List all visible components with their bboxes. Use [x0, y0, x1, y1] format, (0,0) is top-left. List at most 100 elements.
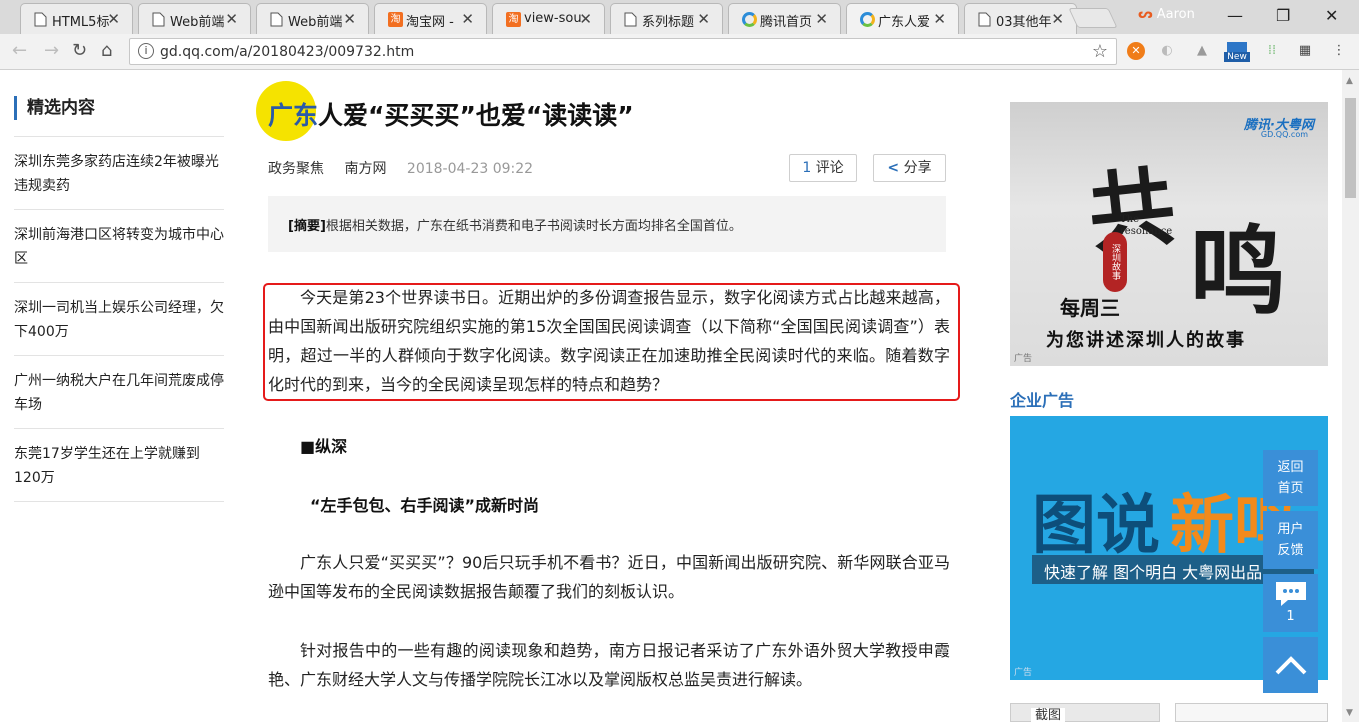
close-tab-icon[interactable]: ✕ — [461, 10, 474, 28]
tab-title: 淘宝网 - — [406, 15, 454, 30]
browser-tab[interactable]: Web前端 ✕ — [256, 3, 369, 34]
list-item[interactable]: 广州一纳税大户在几年间荒废成停车场 — [14, 355, 224, 428]
extension-icon[interactable]: ◐ — [1158, 42, 1176, 60]
comment-count: 1 — [1286, 609, 1295, 624]
close-tab-icon[interactable]: ✕ — [225, 10, 238, 28]
tab-title: HTML5标 — [52, 15, 110, 30]
close-tab-icon[interactable]: ✕ — [579, 10, 592, 28]
thumbnail[interactable]: 截图 — [1010, 703, 1160, 723]
close-window-icon[interactable]: ✕ — [1325, 6, 1338, 25]
button-text: 用户 — [1277, 522, 1304, 537]
list-item[interactable]: 东莞17岁学生还在上学就赚到120万 — [14, 428, 224, 501]
thumbnail[interactable] — [1175, 703, 1328, 722]
bookmark-star-icon[interactable]: ☆ — [1092, 41, 1108, 62]
source-link[interactable]: 南方网 — [344, 161, 386, 177]
ad-week-text: 每周三 — [1060, 296, 1120, 320]
list-item[interactable]: 深圳前海港口区将转变为城市中心区 — [14, 209, 224, 282]
address-bar[interactable]: i gd.qq.com/a/20180423/009732.htm ☆ — [129, 38, 1117, 65]
restore-icon[interactable]: ❐ — [1276, 6, 1290, 25]
page-title: 广东人爱“买买买”也爱“读读读” — [268, 96, 634, 132]
forward-arrow-icon[interactable]: → — [44, 40, 59, 61]
minimize-icon[interactable]: — — [1227, 6, 1243, 25]
share-label: 分享 — [903, 160, 932, 176]
sidebar-title: 精选内容 — [14, 96, 95, 120]
summary-label: [摘要] — [288, 219, 326, 234]
tab-title: Web前端 — [288, 15, 343, 30]
section-heading: ■纵深 — [300, 437, 348, 456]
share-icon: < — [887, 160, 900, 176]
page-icon — [978, 12, 991, 27]
browser-tab[interactable]: 03其他年 ✕ — [964, 3, 1077, 34]
paragraph: 针对报告中的一些有趣的阅读现象和趋势，南方日报记者采访了广东外语外贸大学教授申霞… — [268, 641, 950, 689]
home-icon[interactable]: ⌂ — [101, 40, 112, 61]
browser-toolbar: ← → ↻ ⌂ i gd.qq.com/a/20180423/009732.ht… — [0, 34, 1359, 70]
page-icon — [624, 12, 637, 27]
close-tab-icon[interactable]: ✕ — [933, 10, 946, 28]
browser-tab[interactable]: Web前端 ✕ — [138, 3, 251, 34]
feedback-button[interactable]: 用户 反馈 — [1263, 511, 1318, 569]
scroll-up-icon[interactable]: ▲ — [1346, 76, 1353, 86]
comment-button[interactable]: 1 评论 — [789, 154, 857, 182]
info-icon[interactable]: i — [138, 43, 154, 59]
new-extension-icon[interactable]: New — [1224, 42, 1250, 62]
qq-icon — [742, 12, 757, 27]
tab-title: 腾讯首页 — [760, 15, 813, 30]
close-tab-icon[interactable]: ✕ — [107, 10, 120, 28]
browser-tab[interactable]: 系列标题 ✕ — [610, 3, 723, 34]
close-tab-icon[interactable]: ✕ — [343, 10, 356, 28]
browser-tab[interactable]: 腾讯首页 ✕ — [728, 3, 841, 34]
back-to-top-button[interactable] — [1263, 637, 1318, 693]
ad-seal: 深圳故事 — [1103, 232, 1127, 292]
taobao-icon: 淘 — [388, 12, 403, 27]
scrollbar-thumb[interactable] — [1345, 98, 1356, 198]
browser-tab-active[interactable]: 广东人爱 ✕ — [846, 3, 959, 35]
back-arrow-icon[interactable]: ← — [12, 40, 27, 61]
close-tab-icon[interactable]: ✕ — [697, 10, 710, 28]
profile-name: Aaron — [1156, 7, 1195, 22]
share-button[interactable]: < 分享 — [873, 154, 946, 182]
tab-strip: HTML5标 ✕ Web前端 ✕ Web前端 ✕ 淘 淘宝网 - ✕ 淘 vie… — [0, 0, 1359, 35]
list-item[interactable]: 深圳一司机当上娱乐公司经理，欠下400万 — [14, 282, 224, 355]
scroll-down-icon[interactable]: ▼ — [1346, 708, 1353, 718]
extension-icon[interactable]: ▲ — [1193, 42, 1211, 60]
section-subheading: “左手包包、右手阅读”成新时尚 — [310, 496, 540, 515]
close-tab-icon[interactable]: ✕ — [815, 10, 828, 28]
list-item[interactable]: 深圳东莞多家药店连续2年被曝光违规卖药 — [14, 136, 224, 209]
tab-title: view-sou — [524, 11, 582, 26]
qr-code-icon[interactable]: ▦ — [1296, 42, 1314, 60]
browser-tab[interactable]: 淘 淘宝网 - ✕ — [374, 3, 487, 34]
highlight-box — [263, 283, 960, 401]
ad-headline-char: 共 — [1083, 156, 1180, 266]
divider — [14, 501, 224, 502]
menu-icon[interactable]: ⋮ — [1330, 42, 1348, 60]
reload-icon[interactable]: ↻ — [72, 40, 87, 61]
new-tab-button[interactable] — [1068, 8, 1118, 28]
back-home-button[interactable]: 返回 首页 — [1263, 450, 1318, 506]
ad-banner-resonance[interactable]: 腾讯·大粤网 GD.QQ.com 共 鸣 The resonance 深圳故事 … — [1010, 102, 1328, 366]
category-link[interactable]: 政务聚焦 — [268, 161, 324, 177]
close-tab-icon[interactable]: ✕ — [1051, 10, 1064, 28]
featured-list: 深圳东莞多家药店连续2年被曝光违规卖药 深圳前海港口区将转变为城市中心区 深圳一… — [14, 136, 224, 502]
url-text[interactable]: gd.qq.com/a/20180423/009732.htm — [160, 44, 414, 60]
qq-icon — [860, 12, 875, 27]
browser-tab[interactable]: 淘 view-sou ✕ — [492, 3, 605, 34]
tab-title: 广东人爱 — [878, 15, 931, 30]
title-text: 人爱“买买买”也爱“读读读” — [318, 101, 634, 130]
browser-tab[interactable]: HTML5标 ✕ — [20, 3, 133, 34]
profile-button[interactable]: ᔕ Aaron — [1138, 7, 1195, 22]
tab-title: 03其他年 — [996, 15, 1052, 30]
page-scrollbar[interactable]: ▲ ▼ — [1342, 70, 1359, 722]
tab-title: Web前端 — [170, 15, 225, 30]
ad-mark: 广告 — [1014, 354, 1033, 364]
comment-float-button[interactable]: 1 — [1263, 574, 1318, 632]
extension-icon[interactable]: ⁞⁞ — [1263, 42, 1281, 60]
ad-english-text: The resonance — [1120, 214, 1173, 237]
ad-headline-char: 鸣 — [1190, 216, 1286, 328]
summary-text: 根据相关数据，广东在纸书消费和电子书阅读时长方面均排名全国首位。 — [325, 219, 742, 234]
ad-mark: 广告 — [1014, 668, 1033, 678]
chevron-up-icon — [1275, 656, 1306, 675]
comment-label: 评论 — [815, 160, 844, 176]
page-icon — [270, 12, 283, 27]
extension-icon[interactable]: ✕ — [1127, 42, 1145, 60]
summary-box: [摘要]根据相关数据，广东在纸书消费和电子书阅读时长方面均排名全国首位。 — [268, 196, 946, 252]
